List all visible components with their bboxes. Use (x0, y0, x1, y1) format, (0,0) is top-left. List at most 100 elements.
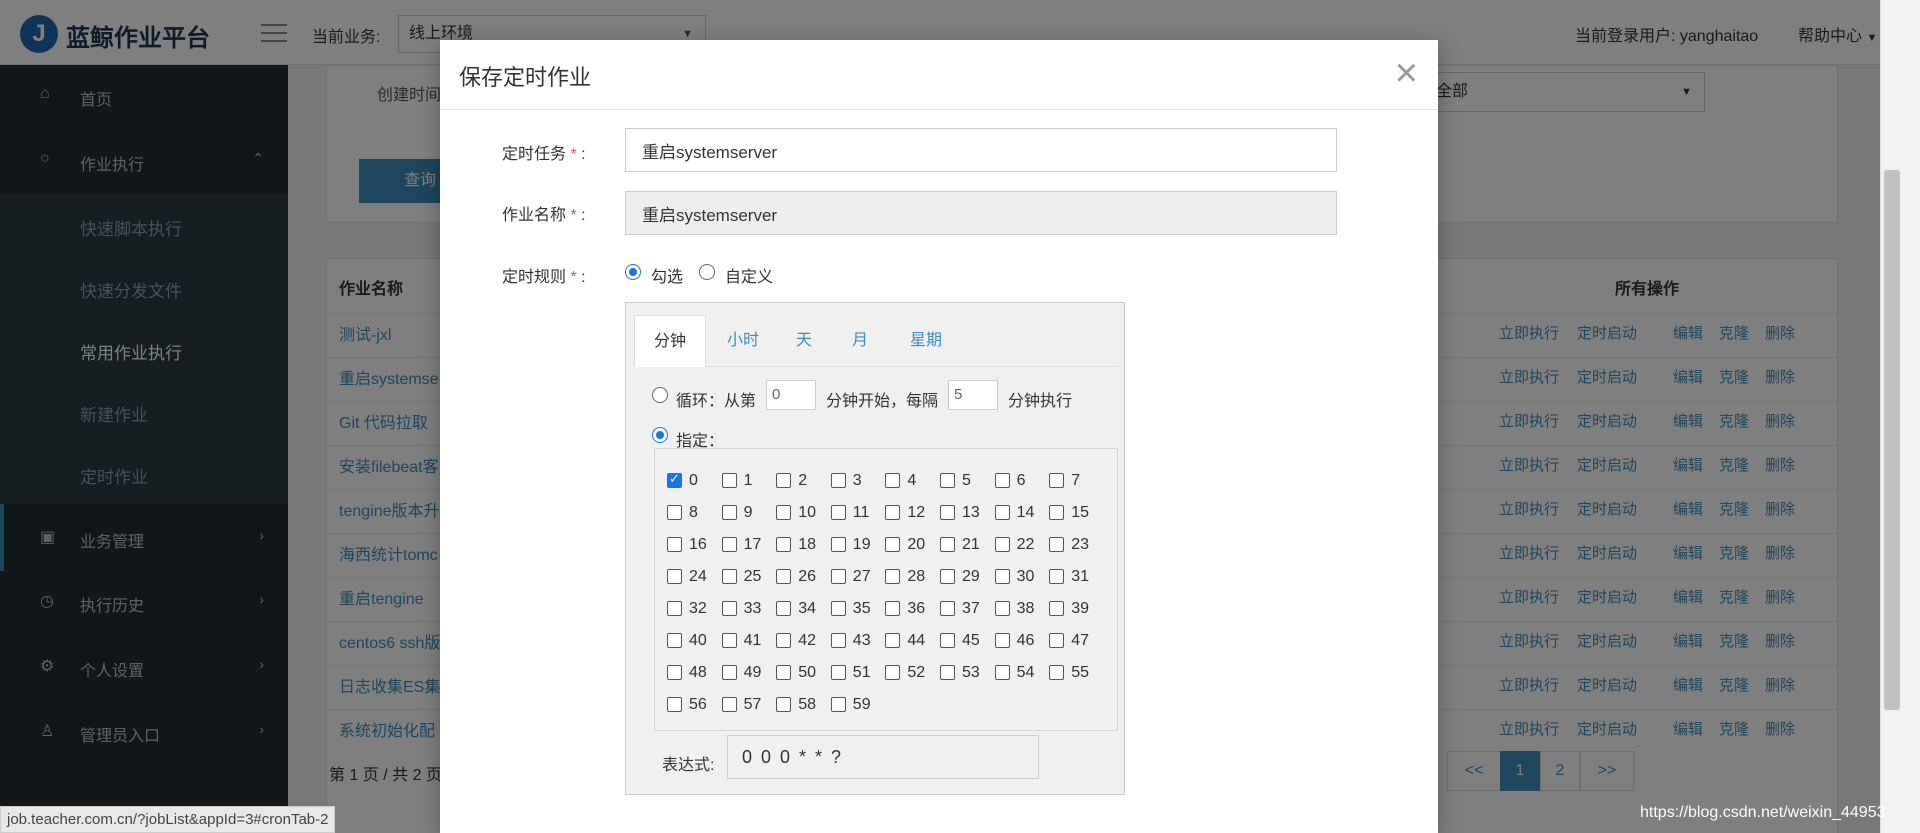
minute-checkbox-24[interactable] (667, 569, 682, 584)
watermark: https://blog.csdn.net/weixin_44953 (1640, 804, 1886, 821)
scrollbar-thumb[interactable] (1884, 170, 1900, 710)
minute-checkbox-40[interactable] (667, 633, 682, 648)
specify-radio[interactable] (652, 427, 668, 443)
minute-checkbox-label: 47 (1071, 632, 1089, 649)
minute-checkbox-46[interactable] (994, 633, 1010, 648)
minute-checkbox-26[interactable] (776, 569, 792, 584)
minute-checkbox-41[interactable] (721, 633, 737, 648)
minute-checkbox-label: 10 (798, 504, 816, 521)
tab-month[interactable]: 月 (832, 315, 888, 367)
minute-checkbox-43[interactable] (830, 633, 846, 648)
close-icon[interactable]: × (1395, 48, 1418, 98)
minute-checkbox-31[interactable] (1049, 569, 1065, 584)
minute-checkbox-50[interactable] (776, 665, 792, 680)
minute-checkbox-16[interactable] (667, 537, 682, 552)
minute-checkbox-42[interactable] (776, 633, 792, 648)
minute-checkbox-3[interactable] (830, 473, 846, 488)
minute-checkbox-20[interactable] (885, 537, 901, 552)
minute-checkbox-45[interactable] (940, 633, 955, 648)
minute-checkbox-54[interactable] (994, 665, 1010, 680)
minute-checkbox-44[interactable] (885, 633, 901, 648)
minute-checkbox-27[interactable] (830, 569, 846, 584)
tab-day[interactable]: 天 (776, 315, 832, 367)
loop-start-input[interactable]: 0 (766, 380, 816, 410)
minute-checkbox-label: 30 (1016, 568, 1035, 585)
minute-checkbox-48[interactable] (667, 665, 682, 680)
minute-checkbox-label: 44 (907, 632, 926, 649)
minute-checkbox-25[interactable] (721, 569, 737, 584)
minute-checkbox-52[interactable] (885, 665, 901, 680)
minute-checkbox-22[interactable] (994, 537, 1010, 552)
minute-checkbox-29[interactable] (940, 569, 955, 584)
minute-checkbox-28[interactable] (885, 569, 901, 584)
minute-checkbox-32[interactable] (667, 601, 682, 616)
minute-checkbox-label: 4 (907, 472, 917, 489)
tab-hour[interactable]: 小时 (710, 315, 776, 367)
minute-checkbox-19[interactable] (830, 537, 846, 552)
minute-checkbox-56[interactable] (667, 697, 682, 712)
modal-title: 保存定时作业 (459, 65, 592, 90)
minute-checkbox-51[interactable] (830, 665, 846, 680)
minute-checkbox-label: 55 (1071, 664, 1089, 681)
minute-checkbox-2[interactable] (776, 473, 792, 488)
minute-checkbox-35[interactable] (830, 601, 846, 616)
minute-checkbox-label: 57 (743, 696, 762, 713)
loop-radio[interactable] (652, 387, 668, 403)
label-colon: : (581, 207, 586, 224)
minute-checkbox-55[interactable] (1049, 665, 1065, 680)
minute-checkbox-8[interactable] (667, 505, 682, 520)
minute-checkbox-label: 48 (689, 664, 707, 681)
loop-label: 循环：从第 (676, 393, 757, 410)
minute-checkbox-11[interactable] (830, 505, 846, 520)
minute-checkbox-label: 8 (689, 504, 698, 521)
minute-checkbox-7[interactable] (1049, 473, 1065, 488)
minute-checkbox-label: 22 (1016, 536, 1035, 553)
minute-checkbox-label: 23 (1071, 536, 1089, 553)
minute-checkbox-6[interactable] (994, 473, 1010, 488)
minute-checkbox-5[interactable] (940, 473, 955, 488)
minute-checkbox-18[interactable] (776, 537, 792, 552)
minute-checkbox-10[interactable] (776, 505, 792, 520)
minute-checkbox-label: 16 (689, 536, 707, 553)
minute-checkbox-57[interactable] (721, 697, 737, 712)
minute-checkbox-15[interactable] (1049, 505, 1065, 520)
minute-checkbox-4[interactable] (885, 473, 901, 488)
minute-checkbox-37[interactable] (940, 601, 955, 616)
minute-checkbox-49[interactable] (721, 665, 737, 680)
minute-checkbox-38[interactable] (994, 601, 1010, 616)
minute-checkbox-label: 19 (852, 536, 871, 553)
minute-checkbox-59[interactable] (830, 697, 846, 712)
minute-checkbox-0[interactable] (667, 471, 682, 488)
minute-checkbox-34[interactable] (776, 601, 792, 616)
minute-checkbox-13[interactable] (940, 505, 955, 520)
minute-checkbox-label: 40 (689, 632, 707, 649)
minute-checkbox-label: 29 (962, 568, 980, 585)
minute-checkbox-1[interactable] (721, 473, 737, 488)
minute-checkbox-14[interactable] (994, 505, 1010, 520)
minute-checkbox-58[interactable] (776, 697, 792, 712)
tab-minute[interactable]: 分钟 (634, 315, 706, 367)
minute-checkbox-36[interactable] (885, 601, 901, 616)
rule-label-text: 定时规则 (502, 269, 567, 286)
minute-checkbox-12[interactable] (885, 505, 901, 520)
rule-radio-custom[interactable] (699, 264, 715, 280)
minute-checkbox-30[interactable] (994, 569, 1010, 584)
tab-week[interactable]: 星期 (888, 315, 964, 367)
minute-checkbox-47[interactable] (1049, 633, 1065, 648)
minute-checkbox-53[interactable] (940, 665, 955, 680)
minute-checkbox-grid: 0123456789101112131415161718192021222324… (654, 448, 1118, 731)
cron-task-input[interactable] (625, 128, 1337, 172)
minute-checkbox-17[interactable] (721, 537, 737, 552)
minute-checkbox-label: 42 (798, 632, 816, 649)
minute-checkbox-39[interactable] (1049, 601, 1065, 616)
minute-checkbox-9[interactable] (721, 505, 737, 520)
rule-radio-check[interactable] (625, 264, 641, 280)
minute-checkbox-23[interactable] (1049, 537, 1065, 552)
label-colon: : (581, 146, 586, 163)
required-mark: * (570, 207, 577, 224)
minute-checkbox-label: 2 (798, 472, 808, 489)
loop-interval-input[interactable]: 5 (948, 380, 998, 410)
minute-checkbox-21[interactable] (940, 537, 955, 552)
minute-checkbox-33[interactable] (721, 601, 737, 616)
minute-checkbox-label: 18 (798, 536, 816, 553)
